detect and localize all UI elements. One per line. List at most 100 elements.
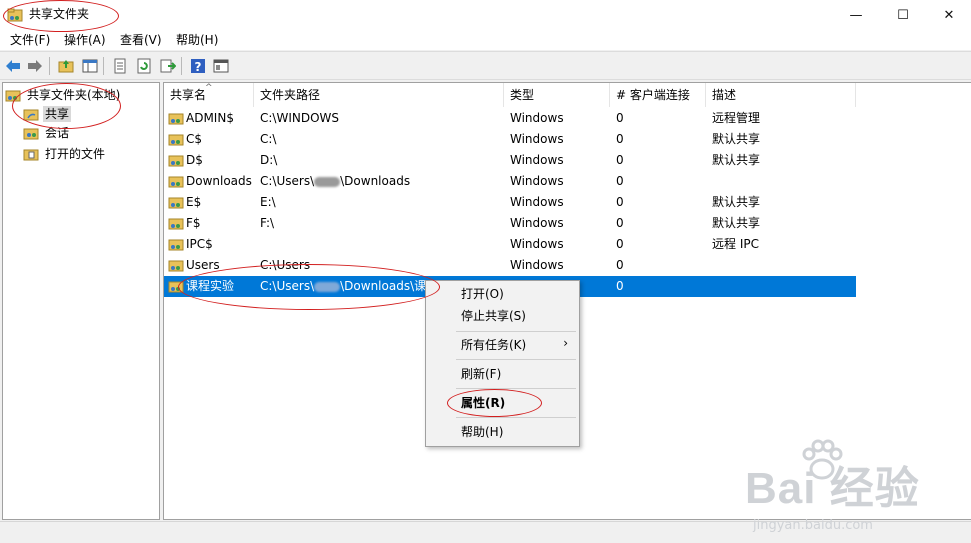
path-prefix: C:\Users\ (260, 279, 315, 293)
table-row[interactable]: ADMIN$ C:\WINDOWS Windows 0 远程管理 (164, 108, 856, 129)
share-icon (168, 176, 184, 188)
redacted-username (314, 281, 341, 292)
table-row[interactable]: E$ E:\ Windows 0 默认共享 (164, 192, 856, 213)
title-bar: 共享文件夹 — ☐ ✕ (0, 0, 971, 30)
share-path: C:\Users (260, 258, 311, 272)
maximize-button[interactable]: ☐ (880, 0, 926, 30)
tree-item-shares[interactable]: 共享 (23, 105, 72, 123)
tree-item-label: 共享文件夹(本地) (27, 88, 121, 102)
share-name: F$ (186, 216, 201, 230)
context-menu: 打开(O) 停止共享(S) 所有任务(K) › 刷新(F) 属性(R) 帮助(H… (425, 280, 580, 447)
share-type: Windows (510, 258, 564, 272)
path-suffix: \Downloads (340, 174, 411, 188)
export-icon[interactable] (159, 57, 177, 75)
column-header-label: # 客户端连接 (616, 88, 690, 102)
back-icon[interactable] (4, 57, 22, 75)
share-icon (168, 281, 184, 293)
share-folder-icon (23, 109, 39, 121)
share-client-count: 0 (616, 174, 624, 188)
context-menu-refresh[interactable]: 刷新(F) (427, 363, 578, 385)
share-name: C$ (186, 132, 203, 146)
share-type: Windows (510, 216, 564, 230)
column-header-label: 描述 (712, 88, 737, 102)
tree-item-open-files[interactable]: 打开的文件 (23, 145, 107, 163)
refresh-icon[interactable] (135, 57, 153, 75)
share-name: E$ (186, 195, 202, 209)
share-description: 默认共享 (712, 132, 761, 146)
tree-item-sessions[interactable]: 会话 (23, 124, 71, 142)
table-row[interactable]: Downloads C:\Users\ \Downloads Windows 0 (164, 171, 856, 192)
share-icon (168, 260, 184, 272)
share-icon (168, 134, 184, 146)
tree-item-label: 共享 (43, 106, 72, 122)
share-path: F:\ (260, 216, 275, 230)
share-description: 远程 IPC (712, 237, 759, 251)
share-type: Windows (510, 195, 564, 209)
menu-item-label: 帮助(H) (461, 425, 504, 439)
menu-separator (456, 331, 576, 332)
window-title: 共享文件夹 (29, 7, 90, 21)
menu-separator (456, 417, 576, 418)
column-header-type[interactable]: 类型 (504, 83, 610, 107)
share-icon (168, 197, 184, 209)
column-header-label: 类型 (510, 88, 535, 102)
shared-folder-icon (7, 8, 23, 22)
share-description: 默认共享 (712, 195, 761, 209)
toolbar-separator (49, 57, 50, 75)
column-header-description[interactable]: 描述 (706, 83, 856, 107)
menu-separator (456, 388, 576, 389)
context-menu-properties[interactable]: 属性(R) (427, 392, 578, 414)
share-path: E:\ (260, 195, 276, 209)
close-button[interactable]: ✕ (926, 0, 971, 30)
properties-icon[interactable] (111, 57, 129, 75)
menu-view[interactable]: 查看(V) (120, 32, 162, 48)
table-row[interactable]: F$ F:\ Windows 0 默认共享 (164, 213, 856, 234)
menu-file[interactable]: 文件(F) (10, 32, 50, 48)
up-folder-icon[interactable] (57, 57, 75, 75)
share-name: ADMIN$ (186, 111, 234, 125)
watermark-brand: Bai 经验 (745, 464, 920, 513)
share-client-count: 0 (616, 216, 624, 230)
path-prefix: C:\Users\ (260, 174, 315, 188)
menu-item-label: 停止共享(S) (461, 309, 526, 323)
context-menu-open[interactable]: 打开(O) (427, 283, 578, 305)
tree-item-label: 会话 (45, 126, 70, 140)
share-type: Windows (510, 132, 564, 146)
context-menu-all-tasks[interactable]: 所有任务(K) › (427, 334, 578, 356)
context-menu-stop-sharing[interactable]: 停止共享(S) (427, 305, 578, 327)
menu-action[interactable]: 操作(A) (64, 32, 106, 48)
share-description: 远程管理 (712, 111, 761, 125)
share-icon (168, 155, 184, 167)
forward-icon[interactable] (26, 57, 44, 75)
column-header-share-name[interactable]: 共享名 ^ (164, 83, 254, 107)
share-client-count: 0 (616, 258, 624, 272)
column-header-clients[interactable]: # 客户端连接 (610, 83, 706, 107)
column-header-path[interactable]: 文件夹路径 (254, 83, 504, 107)
tree-pane: 共享文件夹(本地) 共享 会话 打开的文件 (2, 82, 160, 520)
context-menu-help[interactable]: 帮助(H) (427, 421, 578, 443)
table-row[interactable]: IPC$ Windows 0 远程 IPC (164, 234, 856, 255)
menu-separator (456, 359, 576, 360)
table-row[interactable]: C$ C:\ Windows 0 默认共享 (164, 129, 856, 150)
share-path: C:\ (260, 132, 277, 146)
show-tree-icon[interactable] (81, 57, 99, 75)
share-type: Windows (510, 174, 564, 188)
menu-item-label: 刷新(F) (461, 367, 502, 381)
share-icon (168, 239, 184, 251)
share-type: Windows (510, 237, 564, 251)
share-name: Users (186, 258, 220, 272)
watermark-url: jingyan.baidu.com (753, 518, 873, 533)
menu-help[interactable]: 帮助(H) (176, 32, 218, 48)
table-row[interactable]: D$ D:\ Windows 0 默认共享 (164, 150, 856, 171)
share-icon (168, 113, 184, 125)
share-type: Windows (510, 153, 564, 167)
sort-caret-icon: ^ (205, 83, 213, 93)
help-icon[interactable]: ? (189, 57, 207, 75)
table-row[interactable]: Users C:\Users Windows 0 (164, 255, 856, 276)
menu-bar: 文件(F) 操作(A) 查看(V) 帮助(H) (0, 30, 971, 50)
tree-item-root[interactable]: 共享文件夹(本地) (5, 86, 122, 104)
toolbar-separator (181, 57, 182, 75)
view-icon[interactable] (212, 57, 230, 75)
toolbar-separator (103, 57, 104, 75)
minimize-button[interactable]: — (833, 0, 879, 30)
